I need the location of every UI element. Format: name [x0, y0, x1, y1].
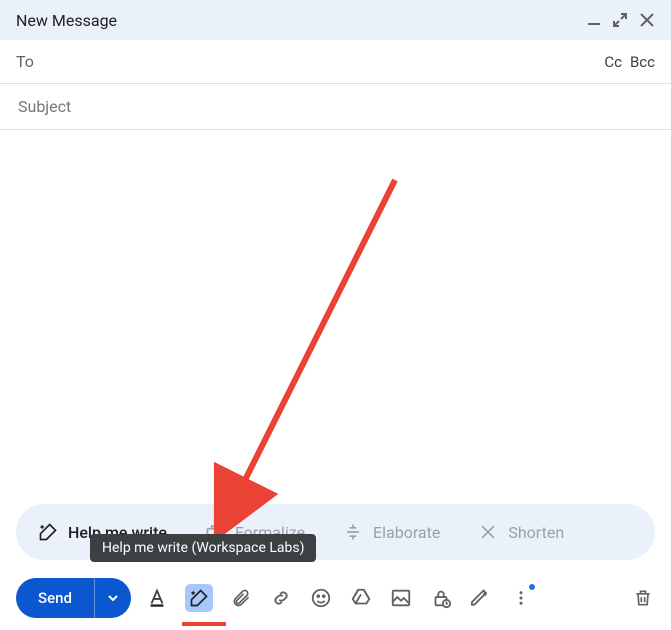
- annotation-arrow: [205, 175, 425, 535]
- text-format-icon[interactable]: [145, 586, 169, 610]
- expand-icon[interactable]: [613, 13, 627, 27]
- help-me-write-icon[interactable]: [185, 584, 213, 612]
- send-cluster: Send: [16, 578, 131, 618]
- more-options-icon[interactable]: [509, 586, 533, 610]
- send-button[interactable]: Send: [16, 578, 94, 618]
- elaborate-button[interactable]: Elaborate: [325, 514, 458, 550]
- minimize-icon[interactable]: [587, 13, 601, 27]
- window-title: New Message: [16, 11, 117, 30]
- chevron-down-icon: [107, 592, 119, 604]
- close-icon[interactable]: [639, 12, 655, 28]
- insert-signature-icon[interactable]: [469, 586, 493, 610]
- discard-draft-icon[interactable]: [631, 586, 655, 610]
- insert-drive-icon[interactable]: [349, 586, 373, 610]
- insert-photo-icon[interactable]: [389, 586, 413, 610]
- window-controls: [587, 12, 655, 28]
- confidential-mode-icon[interactable]: [429, 586, 453, 610]
- elaborate-icon: [343, 522, 363, 542]
- to-label: To: [16, 52, 34, 71]
- cc-bcc-group: Cc Bcc: [604, 53, 655, 71]
- subject-row[interactable]: [0, 84, 671, 130]
- shorten-icon: [478, 522, 498, 542]
- shorten-button[interactable]: Shorten: [460, 514, 582, 550]
- subject-input[interactable]: [16, 96, 463, 117]
- insert-link-icon[interactable]: [269, 586, 293, 610]
- compose-header: New Message: [0, 0, 671, 40]
- elaborate-label: Elaborate: [373, 523, 440, 542]
- send-options-button[interactable]: [94, 578, 131, 618]
- formatting-icons: [145, 584, 533, 612]
- compose-toolbar: Send: [16, 574, 655, 622]
- cc-button[interactable]: Cc: [604, 53, 622, 71]
- pencil-sparkle-icon: [38, 522, 58, 542]
- attach-file-icon[interactable]: [229, 586, 253, 610]
- insert-emoji-icon[interactable]: [309, 586, 333, 610]
- recipients-row[interactable]: To Cc Bcc: [0, 40, 671, 84]
- annotation-underline: [182, 622, 226, 626]
- help-me-write-tooltip: Help me write (Workspace Labs): [90, 534, 316, 562]
- shorten-label: Shorten: [508, 523, 564, 542]
- bcc-button[interactable]: Bcc: [630, 53, 655, 71]
